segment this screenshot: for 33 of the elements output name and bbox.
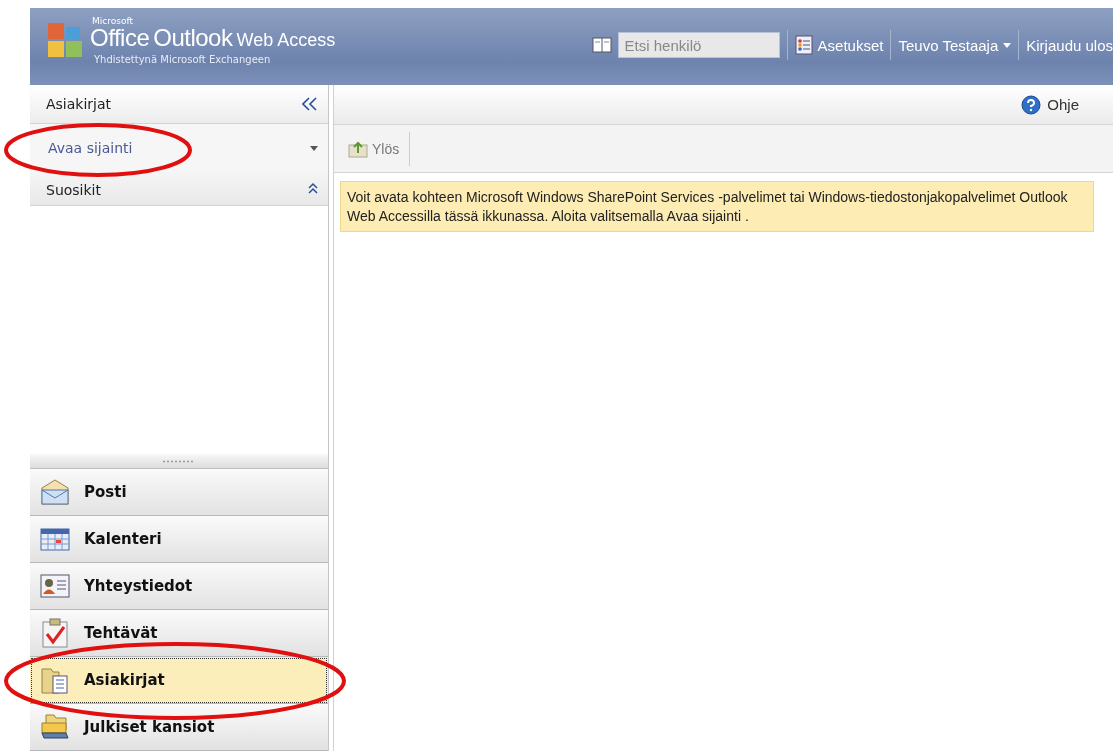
folder-document-icon (40, 665, 70, 695)
folder-up-icon (348, 139, 368, 158)
clipboard-check-icon (40, 618, 70, 648)
open-location-dropdown[interactable]: Avaa sijainti (30, 124, 328, 172)
logo-wordmark: Office (90, 26, 150, 50)
collapse-up-icon[interactable] (308, 182, 318, 194)
collapse-icon[interactable] (302, 97, 318, 111)
help-icon (1021, 94, 1042, 115)
logo-subtitle: Yhdistettynä Microsoft Exchangeen (94, 54, 272, 65)
contact-card-icon (40, 574, 70, 598)
favorites-header: Suosikit (46, 182, 101, 198)
logo-wordmark: Web Access (236, 29, 336, 52)
list-icon (794, 35, 813, 55)
caret-icon (310, 145, 318, 151)
nav-button[interactable]: Julkiset kansiot (30, 704, 328, 751)
search-field[interactable]: Etsi henkilö (617, 32, 780, 58)
pane-title: Asiakirjat (46, 96, 112, 112)
nav-button[interactable]: Tehtävät (30, 610, 328, 657)
resize-grip-icon[interactable] (162, 459, 196, 463)
logo-caption: Microsoft (92, 16, 134, 26)
info-message: Voit avata kohteen Microsoft Windows SharePoint Services -palvelimet tai Windows-tiedostonjakopalvelimet Outlook Web Accessilla tässä ikkunassa. Aloita valitsemalla Avaa sijainti . (340, 181, 1094, 232)
help-link[interactable]: Ohje (1021, 94, 1079, 115)
envelope-icon (40, 478, 70, 506)
caret-icon (1003, 42, 1012, 48)
logo-wordmark: Outlook (153, 26, 233, 50)
nav-button[interactable]: Kalenteri (30, 516, 328, 563)
address-book-icon[interactable] (591, 36, 612, 54)
nav-button[interactable]: Posti (30, 469, 328, 516)
folder-stack-icon (40, 713, 70, 741)
nav-button[interactable]: Asiakirjat (30, 657, 328, 704)
up-button[interactable]: Ylös (346, 137, 402, 160)
calendar-icon (40, 526, 70, 552)
nav-button[interactable]: Yhteystiedot (30, 563, 328, 610)
